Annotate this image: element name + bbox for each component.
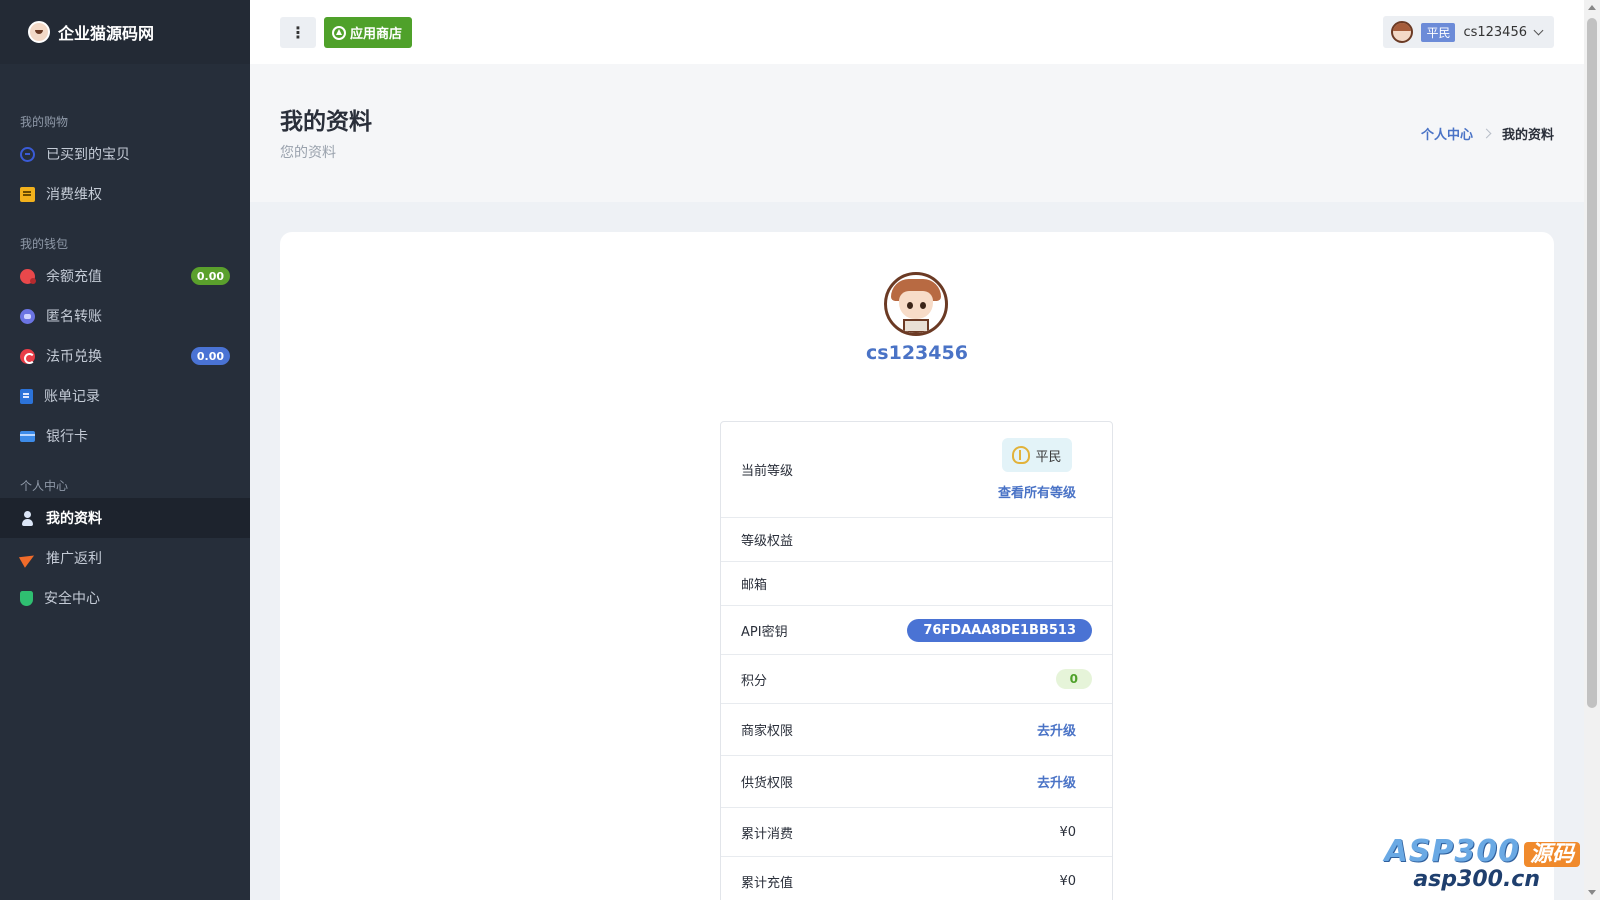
scroll-thumb[interactable] <box>1587 18 1597 708</box>
app-store-button[interactable]: 应用商店 <box>324 17 413 48</box>
page-scrollbar[interactable] <box>1584 0 1600 900</box>
total-spent-value: ¥0 <box>1059 824 1076 840</box>
brand-logo-icon <box>28 21 50 43</box>
user-icon <box>20 510 35 526</box>
sidebar-item-label: 法币兑换 <box>46 349 102 365</box>
page-header: 我的资料 您的资料 个人中心 我的资料 <box>250 64 1584 202</box>
level-name: 平民 <box>1035 449 1062 465</box>
row-level-rights: 等级权益 <box>721 518 1112 562</box>
sidebar-item-label: 推广返利 <box>46 551 102 567</box>
sidebar-item-bills[interactable]: 账单记录 <box>0 376 250 416</box>
sidebar-item-label: 匿名转账 <box>46 309 102 325</box>
level-badge: 平民 <box>1002 438 1072 472</box>
sidebar-item-profile[interactable]: 我的资料 <box>0 498 250 538</box>
sidebar-item-exchange[interactable]: 法币兑换 0.00 <box>0 336 250 376</box>
merchant-upgrade-link[interactable]: 去升级 <box>1037 720 1076 739</box>
profile-username: cs123456 <box>866 342 968 364</box>
row-label: 积分 <box>741 673 768 689</box>
points-badge: 0 <box>1055 669 1092 689</box>
row-points: 积分 0 <box>721 655 1112 704</box>
chevron-right-icon <box>1481 128 1492 139</box>
order-icon <box>20 146 35 162</box>
row-label: API密钥 <box>741 624 788 640</box>
row-supply: 供货权限 去升级 <box>721 756 1112 808</box>
watermark: ASP300 源码 asp300.cn <box>1385 834 1580 892</box>
sidebar-item-label: 安全中心 <box>44 591 100 607</box>
balance-badge: 0.00 <box>190 267 230 285</box>
complaint-icon <box>20 186 35 202</box>
bill-icon <box>20 388 33 404</box>
exchange-icon <box>20 348 35 364</box>
transfer-icon <box>20 308 35 324</box>
sidebar: 企业猫源码网 我的购物 已买到的宝贝 消费维权 我的钱包 余额充值 0.00 匿… <box>0 0 250 900</box>
supply-upgrade-link[interactable]: 去升级 <box>1037 772 1076 791</box>
sidebar-item-recharge[interactable]: 余额充值 0.00 <box>0 256 250 296</box>
watermark-text: ASP300 <box>1384 834 1520 869</box>
row-total-spent: 累计消费 ¥0 <box>721 808 1112 857</box>
section-title-wallet: 我的钱包 <box>20 237 69 251</box>
recharge-icon <box>20 268 36 284</box>
page-subtitle: 您的资料 <box>280 145 336 161</box>
sidebar-item-bank-card[interactable]: 银行卡 <box>0 416 250 456</box>
row-merchant: 商家权限 去升级 <box>721 704 1112 756</box>
sidebar-item-affiliate[interactable]: 推广返利 <box>0 538 250 578</box>
user-level-tag: 平民 <box>1421 22 1456 42</box>
sidebar-item-security[interactable]: 安全中心 <box>0 578 250 618</box>
avatar <box>1391 21 1414 43</box>
row-email: 邮箱 <box>721 562 1112 606</box>
api-key-badge[interactable]: 76FDAAA8DE1BB513 <box>907 618 1092 642</box>
app-store-icon <box>332 25 346 40</box>
user-name: cs123456 <box>1463 24 1527 40</box>
chevron-down-icon <box>1533 25 1544 35</box>
sidebar-item-label: 我的资料 <box>46 511 102 527</box>
section-title-personal: 个人中心 <box>20 479 69 493</box>
row-label: 累计消费 <box>741 826 794 842</box>
breadcrumb-current: 我的资料 <box>1501 128 1554 143</box>
profile-info-table: 当前等级 平民 查看所有等级 等级权益 邮箱 API密钥 76FDAAA8DE1… <box>720 421 1113 900</box>
sidebar-item-label: 余额充值 <box>46 269 102 285</box>
breadcrumb: 个人中心 我的资料 <box>1421 124 1554 143</box>
sidebar-item-complaint[interactable]: 消费维权 <box>0 174 250 214</box>
view-all-levels-link[interactable]: 查看所有等级 <box>998 482 1076 501</box>
app-store-label: 应用商店 <box>350 27 403 42</box>
watermark-tag: 源码 <box>1523 842 1580 867</box>
brand-name: 企业猫源码网 <box>58 24 155 43</box>
row-current-level: 当前等级 平民 查看所有等级 <box>721 422 1112 518</box>
sidebar-item-label: 账单记录 <box>44 389 100 405</box>
sidebar-item-purchased[interactable]: 已买到的宝贝 <box>0 134 250 174</box>
level-box: 平民 查看所有等级 <box>998 438 1076 501</box>
scroll-down-icon[interactable] <box>1588 890 1596 895</box>
breadcrumb-personal-center[interactable]: 个人中心 <box>1421 124 1473 143</box>
section-title-shopping: 我的购物 <box>20 115 69 129</box>
exchange-badge: 0.00 <box>190 347 230 365</box>
row-label: 累计充值 <box>741 876 794 891</box>
more-menu-button[interactable]: ⋮ <box>280 17 316 48</box>
brand[interactable]: 企业猫源码网 <box>0 0 250 64</box>
bank-card-icon <box>20 430 35 442</box>
sidebar-item-label: 消费维权 <box>46 187 102 203</box>
row-label: 供货权限 <box>741 776 794 791</box>
row-api-key: API密钥 76FDAAA8DE1BB513 <box>721 606 1112 655</box>
sidebar-item-transfer[interactable]: 匿名转账 <box>0 296 250 336</box>
scroll-up-icon[interactable] <box>1588 5 1596 10</box>
page-title: 我的资料 <box>280 109 372 135</box>
shield-icon <box>20 590 33 606</box>
sidebar-item-label: 银行卡 <box>46 429 88 445</box>
sidebar-item-label: 已买到的宝贝 <box>46 147 130 163</box>
profile-card: cs123456 当前等级 平民 查看所有等级 等级权益 邮箱 API密钥 76… <box>280 232 1554 900</box>
user-menu-dropdown[interactable]: 平民 cs123456 <box>1383 16 1554 48</box>
row-total-recharged: 累计充值 ¥0 <box>721 857 1112 900</box>
profile-avatar[interactable] <box>884 272 948 336</box>
row-label: 当前等级 <box>741 464 794 479</box>
topbar: ⋮ 应用商店 平民 cs123456 <box>250 0 1584 64</box>
total-recharged-value: ¥0 <box>1059 874 1076 889</box>
paper-plane-icon <box>20 551 35 566</box>
row-label: 邮箱 <box>741 578 768 593</box>
row-label: 等级权益 <box>741 534 794 549</box>
watermark-url: asp300.cn <box>1413 867 1540 892</box>
level-emblem-icon <box>1012 446 1031 464</box>
row-label: 商家权限 <box>741 724 794 739</box>
